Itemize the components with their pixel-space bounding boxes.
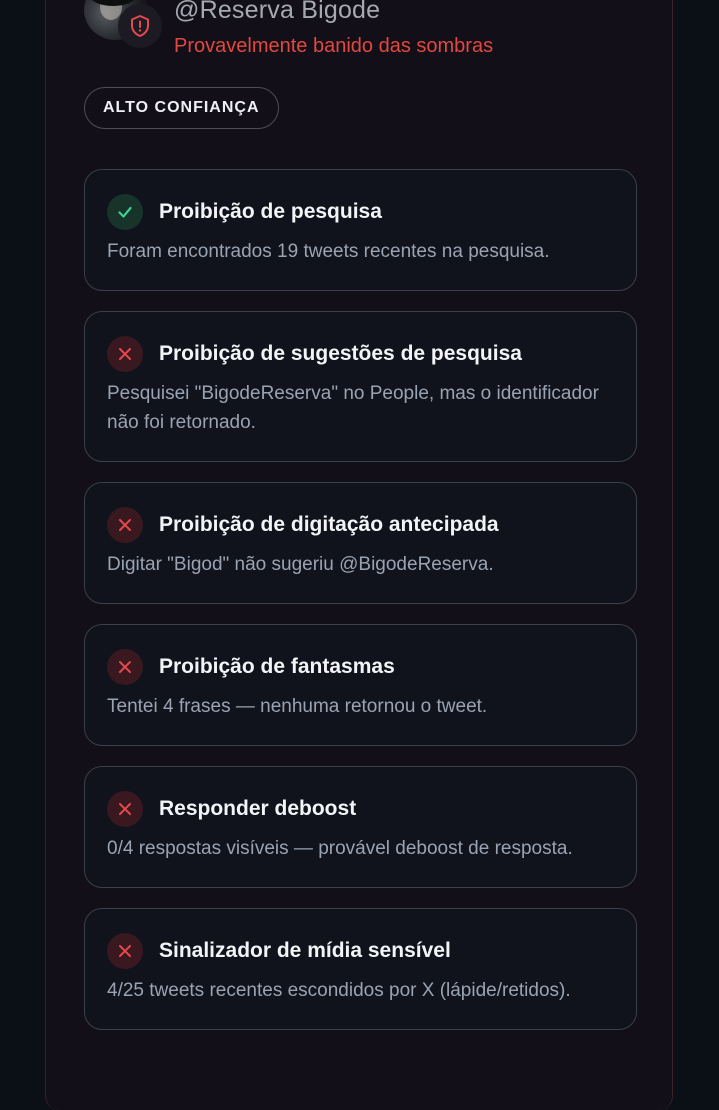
check-description: Foram encontrados 19 tweets recentes na … [107, 241, 550, 262]
profile-handle: @Reserva Bigode [174, 0, 381, 24]
x-icon [107, 649, 143, 685]
check-card-header: Proibição de sugestões de pesquisa [107, 336, 614, 372]
x-icon [107, 791, 143, 827]
check-card-header: Sinalizador de mídia sensível [107, 933, 614, 969]
check-card: Proibição de digitação antecipada Digitar… [84, 482, 637, 604]
check-title: Proibição de pesquisa [159, 200, 382, 223]
check-card-header: Proibição de pesquisa [107, 194, 614, 230]
check-description: 4/25 tweets recentes escondidos por X (l… [107, 980, 571, 1001]
confidence-badge: ALTO CONFIANÇA [84, 87, 279, 129]
check-description: Digitar "Bigod" não sugeriu @BigodeReser… [107, 554, 494, 575]
check-title: Proibição de digitação antecipada [159, 513, 499, 536]
check-description: 0/4 respostas visíveis — provável deboos… [107, 838, 573, 859]
check-description: Pesquisei "BigodeReserva" no People, mas… [107, 383, 599, 433]
check-card: Sinalizador de mídia sensível 4/25 tweets… [84, 908, 637, 1030]
shield-alert-icon [118, 4, 162, 48]
check-icon [107, 194, 143, 230]
shadowban-status: Provavelmente banido das sombras [174, 35, 494, 57]
x-icon [107, 507, 143, 543]
check-card: Responder deboost 0/4 respostas visíveis … [84, 766, 637, 888]
check-card-header: Proibição de digitação antecipada [107, 507, 614, 543]
check-card: Proibição de sugestões de pesquisa Pesqui… [84, 311, 637, 462]
check-card-header: Responder deboost [107, 791, 614, 827]
confidence-label: ALTO CONFIANÇA [103, 99, 260, 116]
check-card-header: Proibição de fantasmas [107, 649, 614, 685]
check-title: Proibição de sugestões de pesquisa [159, 342, 522, 365]
check-card: Proibição de fantasmas Tentei 4 frases — … [84, 624, 637, 746]
check-title: Proibição de fantasmas [159, 655, 395, 678]
x-icon [107, 336, 143, 372]
checks-list: Proibição de pesquisa Foram encontrados 1… [84, 169, 637, 1050]
check-card: Proibição de pesquisa Foram encontrados 1… [84, 169, 637, 291]
check-title: Responder deboost [159, 797, 357, 820]
x-icon [107, 933, 143, 969]
check-description: Tentei 4 frases — nenhuma retornou o twe… [107, 696, 488, 717]
check-title: Sinalizador de mídia sensível [159, 939, 451, 962]
